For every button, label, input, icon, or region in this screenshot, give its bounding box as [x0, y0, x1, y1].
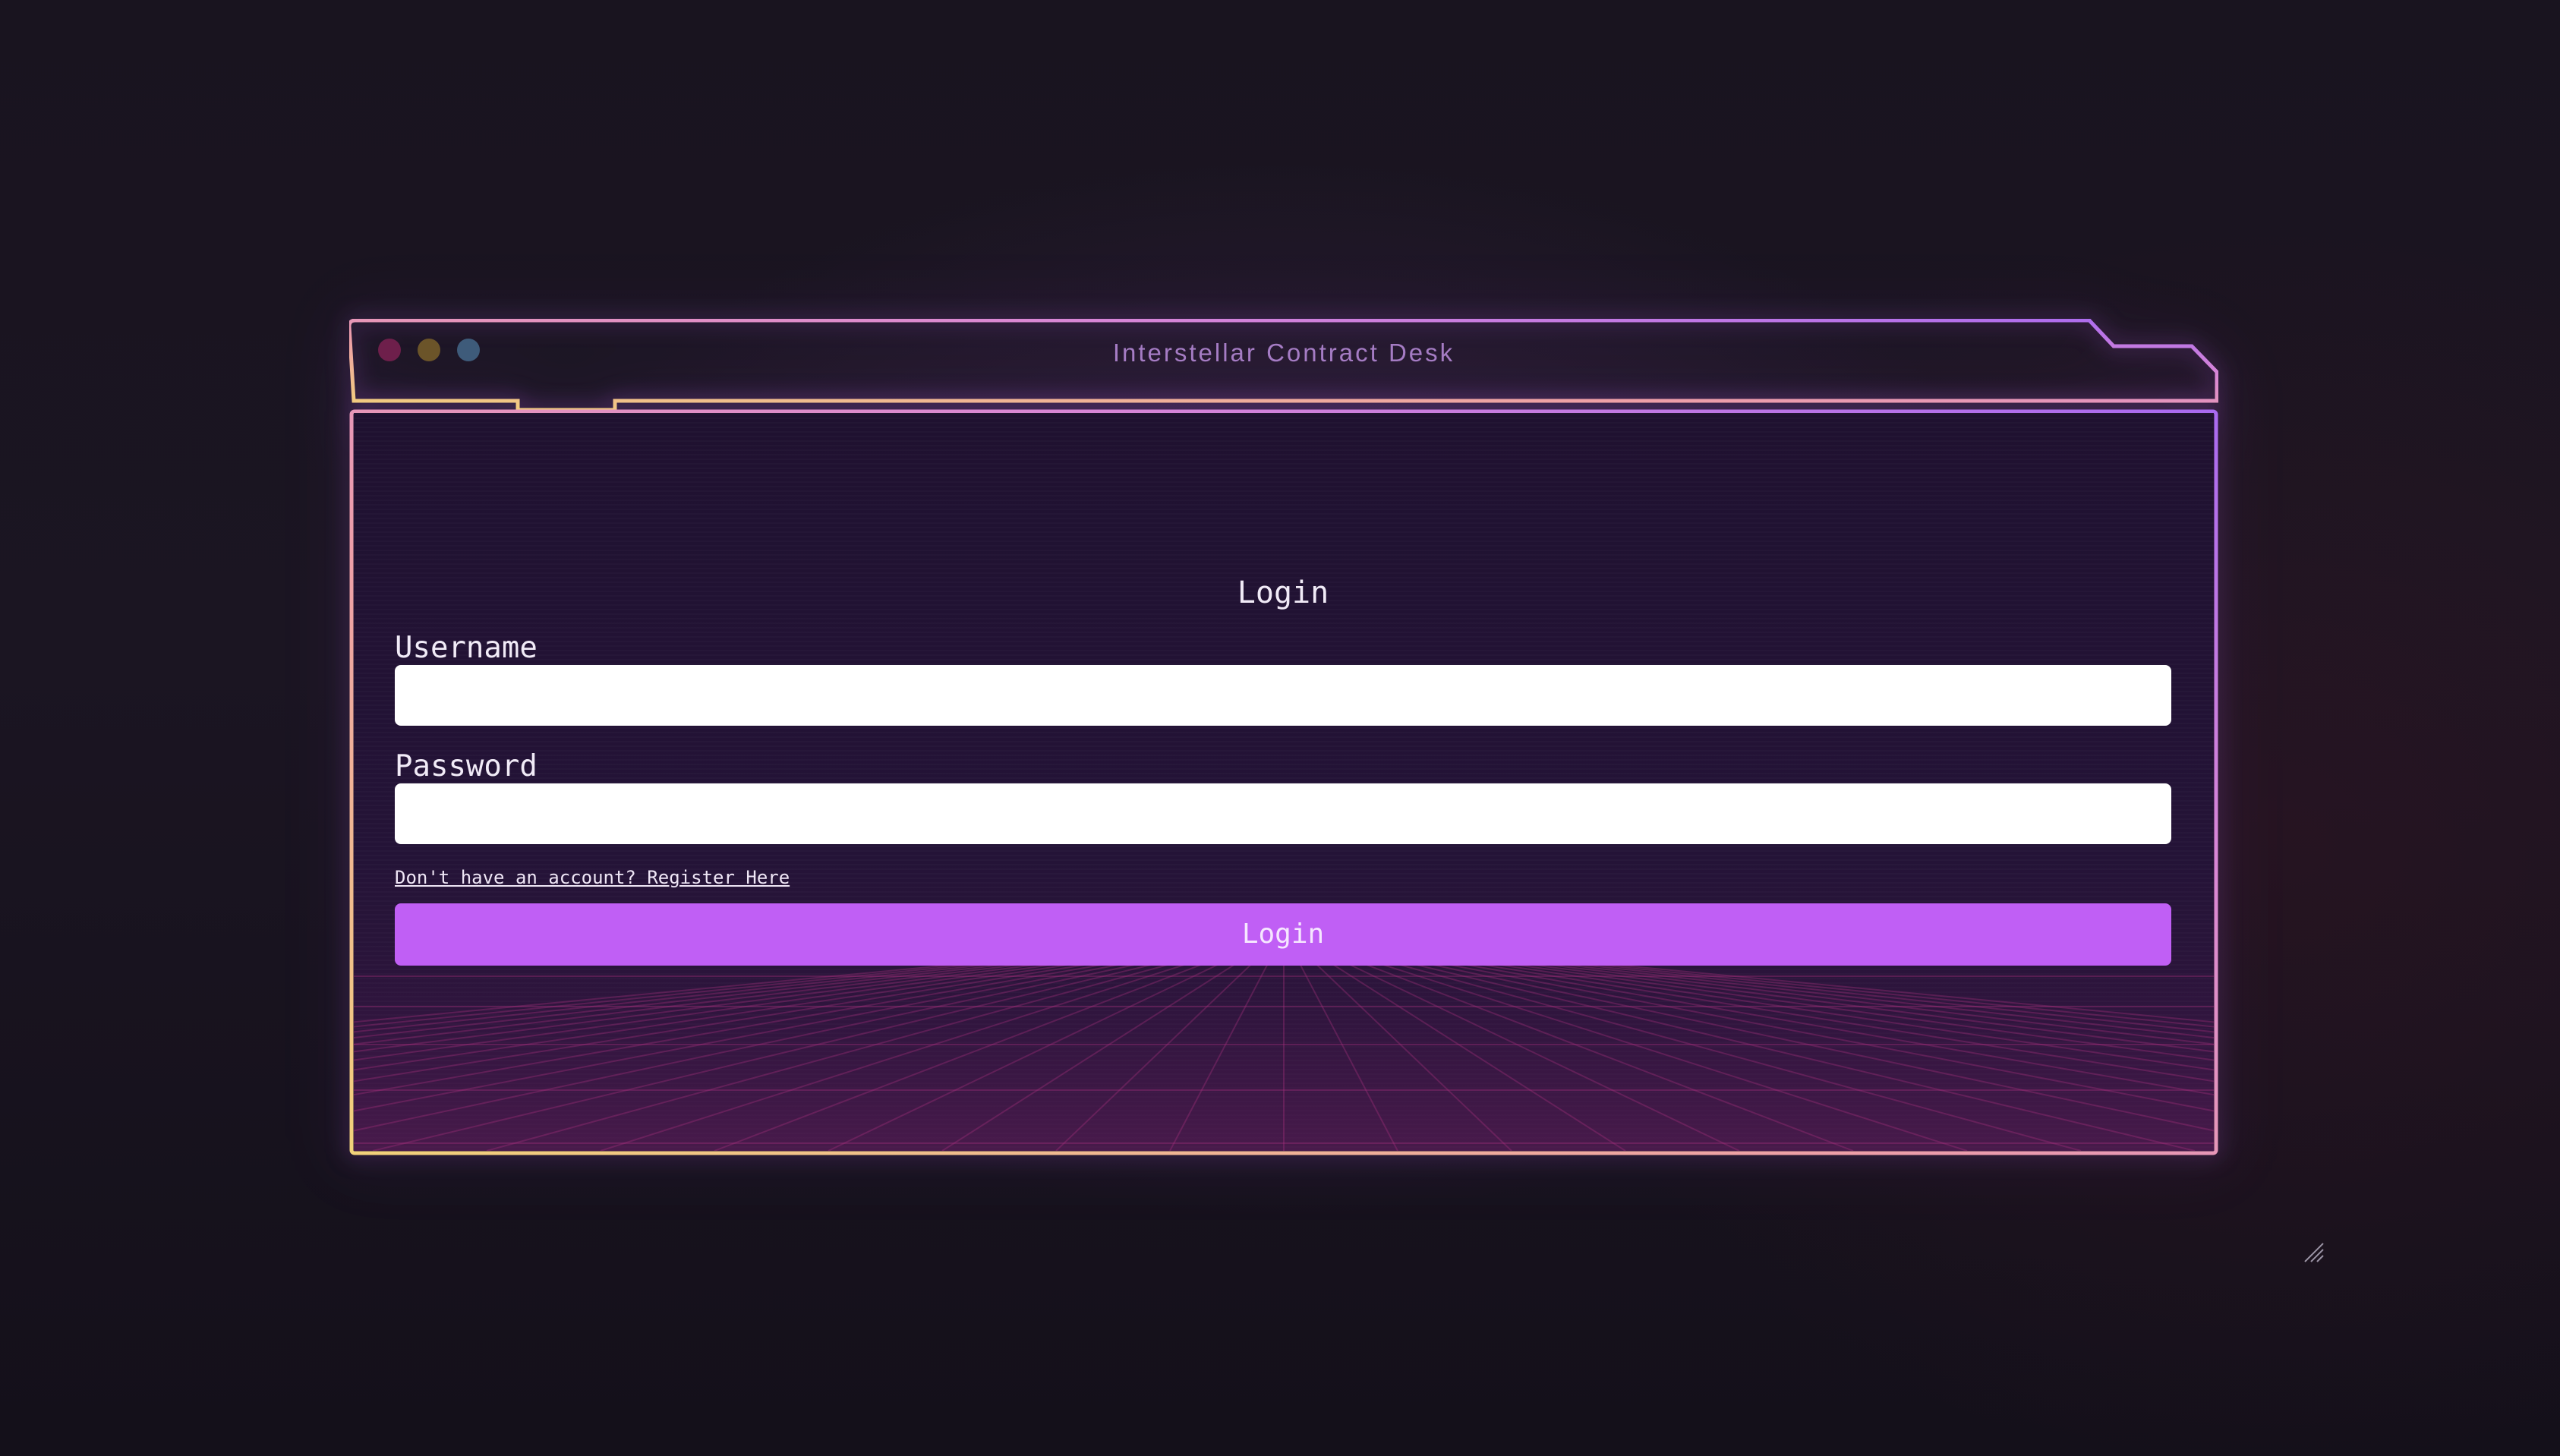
form-title: Login [1237, 575, 1329, 610]
window-title: Interstellar Contract Desk [1112, 339, 1455, 367]
password-input[interactable] [395, 783, 2171, 844]
register-link[interactable]: Don't have an account? Register Here [395, 865, 790, 890]
username-input[interactable] [395, 665, 2171, 726]
resize-grip-icon[interactable] [2302, 1240, 2325, 1263]
login-form: Login Username Password Don't have an ac… [395, 572, 2171, 966]
window-content: Login Username Password Don't have an ac… [354, 413, 2214, 1151]
username-label: Username [395, 631, 538, 665]
title-bar[interactable]: Interstellar Contract Desk [349, 319, 2218, 410]
password-label: Password [395, 749, 538, 783]
app-window: Interstellar Contract Desk Login Usernam… [349, 319, 2218, 1155]
login-button[interactable]: Login [395, 903, 2171, 966]
synthwave-grid-decoration [354, 953, 2214, 1151]
